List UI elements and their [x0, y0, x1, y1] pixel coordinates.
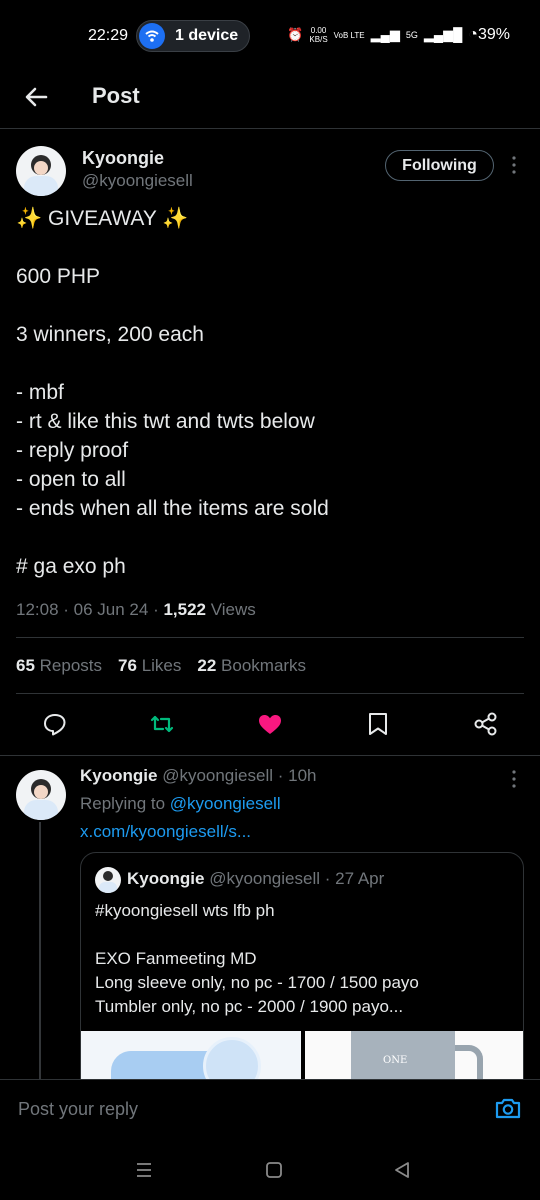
battery-status: ◔39%: [468, 26, 510, 44]
repost-button[interactable]: [148, 710, 176, 738]
reposts-label: Reposts: [39, 656, 103, 675]
net-speed-value: 0.00: [310, 26, 327, 35]
reposts-stat[interactable]: 65 Reposts: [16, 656, 102, 676]
bookmarks-count: 22: [197, 656, 217, 675]
network-type: VoB LTE: [333, 30, 365, 40]
bookmarks-label: Bookmarks: [221, 656, 307, 675]
quote-text: #kyoongiesell wts lfb ph EXO Fanmeeting …: [95, 901, 419, 1016]
net-speed-unit: KB/S: [309, 35, 328, 44]
status-icons: ⏰ 0.00 KB/S VoB LTE ▂▄▆ 5G ▂▄▆█ ◔39%: [287, 26, 510, 44]
reply-age: 10h: [288, 766, 317, 785]
battery-icon: ◔: [468, 26, 478, 43]
author-handle[interactable]: @kyoongiesell: [82, 171, 193, 191]
reply-bar: [0, 1079, 540, 1139]
replying-to: Replying to @kyoongiesell: [80, 794, 281, 814]
back-triangle-icon: [395, 1162, 409, 1178]
reply-more-options-button[interactable]: [502, 767, 526, 791]
following-button[interactable]: Following: [385, 150, 494, 181]
page-title: Post: [92, 83, 140, 108]
views-label: Views: [210, 600, 256, 619]
replying-to-label: Replying to: [80, 794, 166, 813]
divider: [0, 755, 540, 756]
reposts-count: 65: [16, 656, 35, 675]
alarm-icon: ⏰: [287, 27, 304, 42]
quoted-post[interactable]: Kyoongie @kyoongiesell · 27 Apr #kyoongi…: [80, 852, 524, 1112]
post-text: ✨ GIVEAWAY ✨ 600 PHP 3 winners, 200 each…: [16, 207, 329, 578]
signal-strength-icon: ▂▄▆█: [423, 27, 463, 42]
camera-icon: [495, 1098, 521, 1119]
avatar[interactable]: [16, 146, 66, 196]
net-speed: 0.00 KB/S: [309, 26, 327, 44]
post-stats: 65 Reposts 76 Likes 22 Bookmarks: [16, 656, 306, 676]
repost-icon: [150, 715, 174, 733]
back-button[interactable]: [20, 80, 54, 114]
divider: [16, 637, 524, 638]
status-time: 22:29: [88, 27, 129, 44]
more-vertical-icon: [512, 156, 516, 174]
home-button[interactable]: [262, 1158, 286, 1182]
wifi-hotspot-icon: [139, 23, 165, 49]
reply-input[interactable]: [16, 1092, 440, 1126]
reply-icon: [44, 714, 66, 736]
arrow-left-icon: [25, 87, 48, 107]
share-button[interactable]: [472, 710, 500, 738]
views-count: 1,522: [163, 600, 206, 619]
reply-author-handle[interactable]: @kyoongiesell: [162, 766, 273, 785]
quote-avatar: [95, 867, 121, 893]
more-vertical-icon: [512, 770, 516, 788]
camera-button[interactable]: [494, 1094, 522, 1122]
bookmark-icon: [369, 713, 387, 735]
post-time: 12:08: [16, 600, 59, 619]
reply-link[interactable]: x.com/kyoongiesell/s...: [80, 822, 251, 842]
battery-percent: 39%: [477, 26, 510, 43]
like-icon: [259, 715, 281, 734]
top-bar: Post: [0, 70, 540, 129]
thread-line: [39, 822, 41, 1082]
back-nav-button[interactable]: [390, 1158, 414, 1182]
device-pill[interactable]: 1 device: [136, 20, 250, 52]
post-date: 06 Jun 24: [73, 600, 149, 619]
share-icon: [474, 712, 497, 736]
quote-author-name: Kyoongie: [127, 869, 205, 888]
menu-icon: [137, 1163, 151, 1177]
quote-date: 27 Apr: [335, 869, 385, 888]
likes-stat[interactable]: 76 Likes: [118, 656, 181, 676]
device-pill-label: 1 device: [175, 27, 239, 44]
reply-button[interactable]: [41, 710, 69, 738]
system-nav-bar: [0, 1138, 540, 1200]
tumbler-brand: ONE: [383, 1055, 408, 1066]
reply-header: Kyoongie @kyoongiesell · 10h: [80, 766, 317, 785]
bookmark-button[interactable]: [364, 710, 392, 738]
divider: [16, 693, 524, 694]
bookmarks-stat[interactable]: 22 Bookmarks: [197, 656, 306, 676]
recent-apps-button[interactable]: [132, 1158, 156, 1182]
likes-label: Likes: [141, 656, 182, 675]
signal-label: 5G: [405, 30, 418, 40]
reply-avatar[interactable]: [16, 770, 66, 820]
home-square-icon: [266, 1162, 282, 1178]
signal-icon: ▂▄▆: [370, 27, 400, 42]
more-options-button[interactable]: [502, 153, 526, 177]
reply-author-name[interactable]: Kyoongie: [80, 766, 157, 785]
quote-header: Kyoongie @kyoongiesell · 27 Apr: [127, 869, 385, 888]
replying-to-handle[interactable]: @kyoongiesell: [170, 794, 281, 813]
like-button[interactable]: [256, 710, 284, 738]
likes-count: 76: [118, 656, 137, 675]
quote-author-handle: @kyoongiesell: [209, 869, 321, 888]
post-meta: 12:08 · 06 Jun 24 · 1,522 Views: [16, 600, 256, 619]
author-name[interactable]: Kyoongie: [82, 148, 164, 169]
status-bar: 22:29 1 device ⏰ 0.00 KB/S VoB LTE ▂▄▆ 5…: [0, 0, 540, 70]
